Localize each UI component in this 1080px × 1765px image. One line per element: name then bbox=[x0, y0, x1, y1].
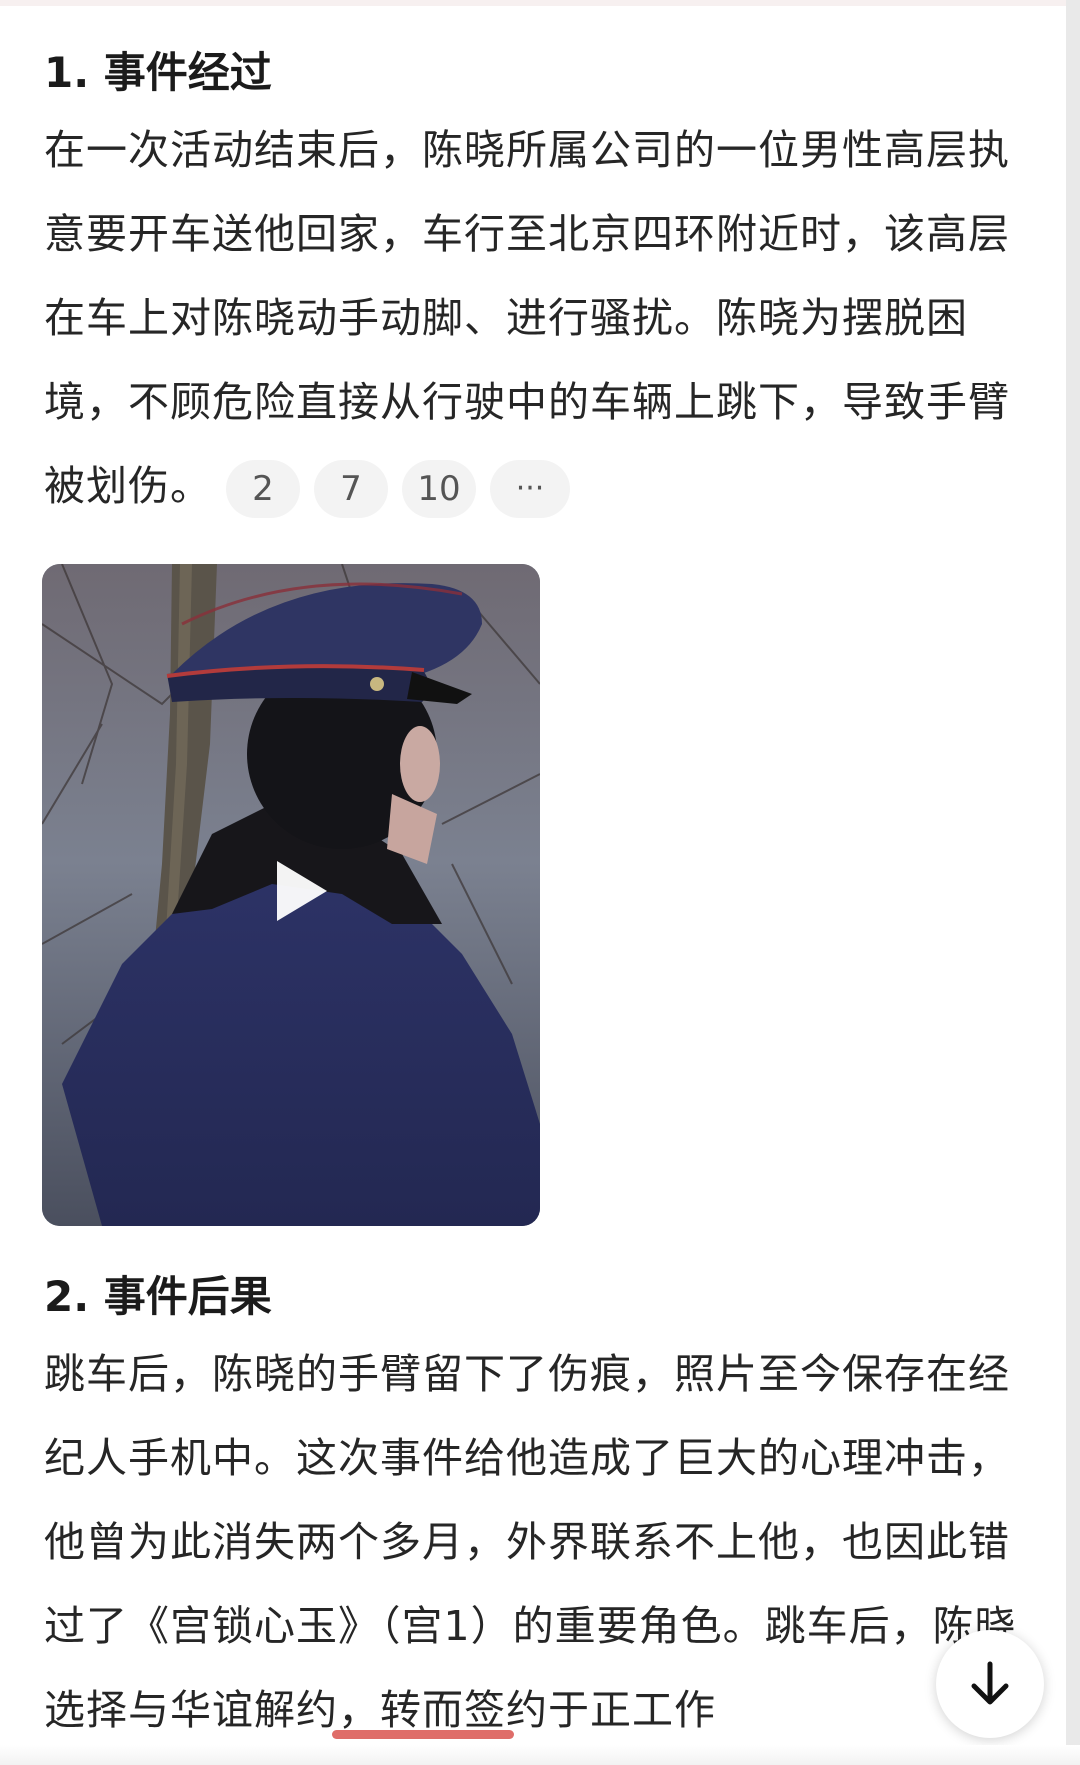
bottom-fade bbox=[0, 1745, 1080, 1765]
home-indicator bbox=[332, 1730, 514, 1739]
top-strip bbox=[0, 0, 1080, 6]
section-text-2: 跳车后，陈晓的手臂留下了伤痕，照片至今保存在经纪人手机中。这次事件给他造成了巨大… bbox=[44, 1350, 1017, 1734]
reference-chip[interactable]: 10 bbox=[402, 460, 476, 518]
more-references-button[interactable]: ··· bbox=[490, 460, 570, 518]
page: 1. 事件经过 在一次活动结束后，陈晓所属公司的一位男性高层执意要开车送他回家，… bbox=[0, 0, 1080, 1765]
section-heading-1: 1. 事件经过 bbox=[44, 48, 272, 97]
reference-chip[interactable]: 2 bbox=[226, 460, 300, 518]
section-paragraph-1: 在一次活动结束后，陈晓所属公司的一位男性高层执意要开车送他回家，车行至北京四环附… bbox=[44, 108, 1034, 528]
section-paragraph-2: 跳车后，陈晓的手臂留下了伤痕，照片至今保存在经纪人手机中。这次事件给他造成了巨大… bbox=[44, 1332, 1034, 1752]
scroll-down-button[interactable] bbox=[936, 1630, 1044, 1738]
video-thumbnail[interactable] bbox=[42, 564, 540, 1226]
section-heading-2: 2. 事件后果 bbox=[44, 1272, 272, 1321]
arrow-down-icon bbox=[971, 1661, 1009, 1705]
play-icon[interactable] bbox=[257, 851, 337, 931]
scrollbar-track[interactable] bbox=[1066, 0, 1080, 1765]
reference-chip[interactable]: 7 bbox=[314, 460, 388, 518]
article-content: 1. 事件经过 在一次活动结束后，陈晓所属公司的一位男性高层执意要开车送他回家，… bbox=[42, 38, 1034, 1752]
section-text-1: 在一次活动结束后，陈晓所属公司的一位男性高层执意要开车送他回家，车行至北京四环附… bbox=[44, 126, 1010, 510]
